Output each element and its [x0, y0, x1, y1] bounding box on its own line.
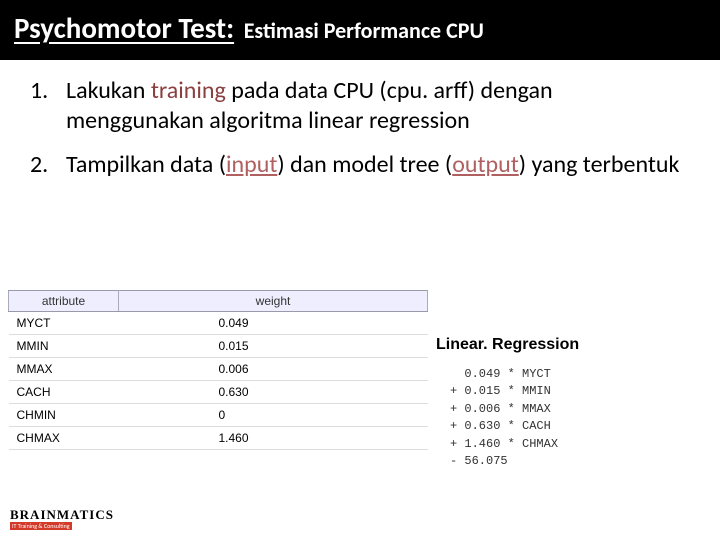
eq-line: + 1.460 * CHMAX [450, 436, 706, 453]
eq-line: + 0.015 * MMIN [450, 383, 706, 400]
text: Lakukan [66, 76, 151, 105]
cell-attr: MMIN [9, 335, 119, 358]
body-content: Lakukan training pada data CPU (cpu. arf… [0, 60, 720, 180]
regression-title: Linear. Regression [436, 336, 706, 354]
table-row: CACH 0.630 [9, 381, 428, 404]
eq-line: + 0.630 * CACH [450, 418, 706, 435]
cell-weight: 0.015 [119, 335, 428, 358]
slide-title-bar: Psychomotor Test: Estimasi Performance C… [0, 0, 720, 60]
brand-name: BRAINMATICS [10, 508, 114, 521]
cell-attr: MMAX [9, 358, 119, 381]
eq-line: + 0.006 * MMAX [450, 401, 706, 418]
eq-line: 0.049 * MYCT [450, 366, 706, 383]
text: ) dan model tree ( [277, 150, 452, 179]
instruction-list: Lakukan training pada data CPU (cpu. arf… [30, 76, 690, 180]
highlight-input: input [226, 150, 277, 179]
table-row: MMAX 0.006 [9, 358, 428, 381]
table-row: MMIN 0.015 [9, 335, 428, 358]
table-row: CHMAX 1.460 [9, 427, 428, 450]
regression-output: Linear. Regression 0.049 * MYCT + 0.015 … [436, 336, 706, 470]
brand-tagline: IT Training & Consulting [10, 522, 72, 530]
instruction-item-2: Tampilkan data (input) dan model tree (o… [30, 150, 690, 180]
cell-attr: CHMIN [9, 404, 119, 427]
cell-weight: 0.630 [119, 381, 428, 404]
cell-weight: 0.049 [119, 312, 428, 335]
footer-logo: BRAINMATICS IT Training & Consulting [10, 508, 114, 530]
cell-attr: MYCT [9, 312, 119, 335]
col-weight: weight [119, 291, 428, 312]
cell-weight: 0 [119, 404, 428, 427]
highlight-training: training [151, 76, 226, 105]
cell-attr: CHMAX [9, 427, 119, 450]
cell-attr: CACH [9, 381, 119, 404]
title-sub: Estimasi Performance CPU [244, 17, 484, 44]
table-row: MYCT 0.049 [9, 312, 428, 335]
cell-weight: 1.460 [119, 427, 428, 450]
col-attribute: attribute [9, 291, 119, 312]
title-main: Psychomotor Test: [14, 10, 234, 46]
cell-weight: 0.006 [119, 358, 428, 381]
eq-line: - 56.075 [450, 453, 706, 470]
instruction-item-1: Lakukan training pada data CPU (cpu. arf… [30, 76, 690, 136]
attribute-weight-table: attribute weight MYCT 0.049 MMIN 0.015 M… [8, 290, 428, 450]
text: ) yang terbentuk [519, 150, 680, 179]
table-header-row: attribute weight [9, 291, 428, 312]
text: Tampilkan data ( [66, 150, 226, 179]
regression-equation: 0.049 * MYCT + 0.015 * MMIN + 0.006 * MM… [436, 366, 706, 470]
highlight-output: output [452, 150, 519, 179]
table-row: CHMIN 0 [9, 404, 428, 427]
